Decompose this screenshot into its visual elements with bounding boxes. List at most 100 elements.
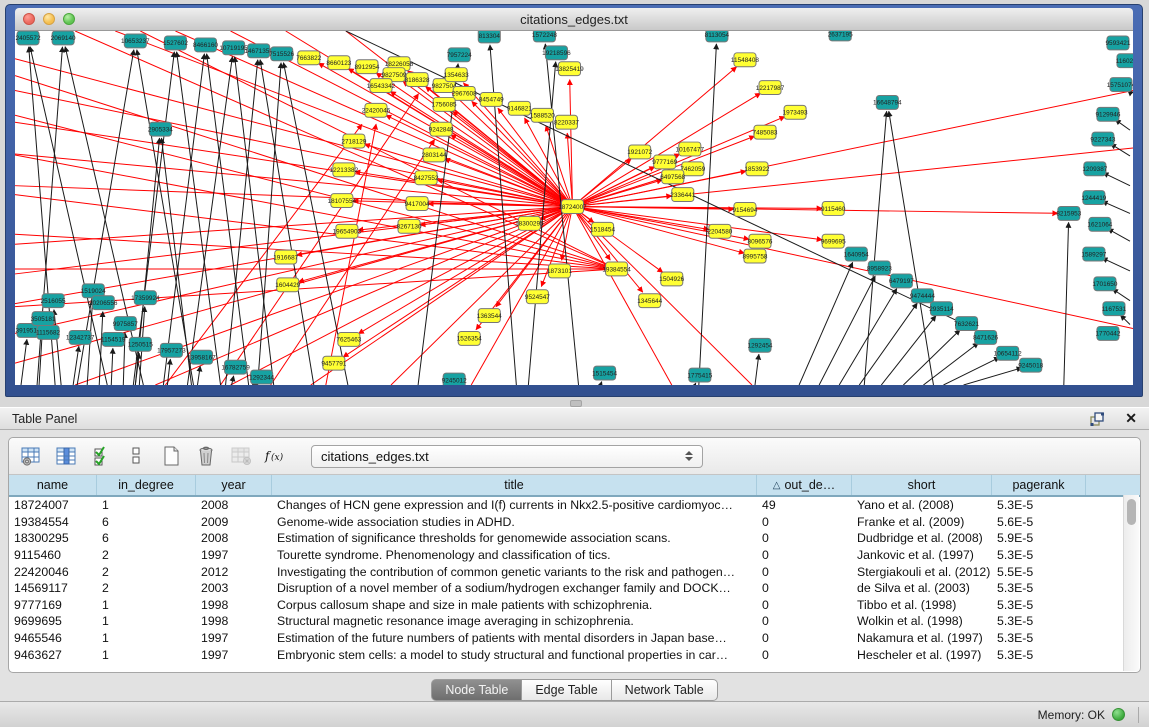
table-cell: 5.6E-5 — [992, 515, 1086, 529]
graph-edge-black — [889, 111, 934, 385]
graph-node-label: 1921072 — [627, 149, 652, 156]
table-row[interactable]: 2242004622012Investigating the contribut… — [9, 563, 1140, 580]
graph-edge-red — [572, 207, 1057, 214]
graph-node-label: 17957273 — [157, 348, 186, 355]
table-cell: Disruption of a novel member of a sodium… — [272, 581, 757, 595]
graph-node-label: 8912954 — [354, 64, 379, 71]
graph-edge-red — [451, 135, 573, 207]
graph-node-label: 22420046 — [362, 108, 391, 115]
table-row[interactable]: 1456911722003Disruption of a novel membe… — [9, 580, 1140, 597]
row-select-icon[interactable] — [124, 444, 148, 468]
table-type-tabs: Node TableEdge TableNetwork Table — [8, 679, 1141, 701]
minimize-window-button[interactable] — [43, 13, 55, 25]
table-row[interactable]: 1872400712008Changes of HCN gene express… — [9, 497, 1140, 514]
network-graph[interactable]: 1872400718300295193845547663822866012389… — [15, 31, 1133, 385]
graph-node-label: 8958923 — [867, 265, 892, 272]
table-cell: Structural magnetic resonance image aver… — [272, 614, 757, 628]
zoom-window-button[interactable] — [63, 13, 75, 25]
float-panel-icon[interactable] — [1085, 407, 1109, 431]
graph-node-label: 9457791 — [321, 360, 346, 367]
table-row[interactable]: 946554611997Estimation of the future num… — [9, 630, 1140, 647]
graph-node-label: 7625463 — [336, 337, 361, 344]
graph-node-label: 18226058 — [385, 61, 414, 68]
graph-edge-red — [15, 122, 572, 206]
table-scrollbar[interactable] — [1123, 495, 1139, 671]
table-cell: 9777169 — [9, 598, 97, 612]
network-graph-canvas[interactable]: 1872400718300295193845547663822866012389… — [15, 31, 1133, 385]
graph-node-label: 1518454 — [590, 227, 615, 234]
column-header-short[interactable]: short — [852, 475, 992, 495]
graph-node-label: 1292454 — [748, 343, 773, 350]
graph-node-label: 9245018 — [1018, 362, 1043, 369]
graph-node-label: 10653237 — [121, 38, 150, 45]
column-header-out_de[interactable]: △out_de… — [757, 475, 852, 495]
table-cell: 1997 — [196, 648, 272, 662]
graph-edge-red — [165, 124, 362, 385]
table-row[interactable]: 969969511998Structural magnetic resonanc… — [9, 613, 1140, 630]
table-cell: 1998 — [196, 614, 272, 628]
function-builder-icon[interactable]: f(x) — [264, 444, 288, 468]
table-row[interactable]: 1938455462009Genome-wide association stu… — [9, 514, 1140, 531]
graph-node-label: 18724007 — [558, 204, 587, 211]
panel-splitter[interactable] — [0, 397, 1149, 407]
graph-node-label: 15751074 — [1107, 82, 1133, 89]
table-cell: 9115460 — [9, 548, 97, 562]
table-row[interactable]: 1830029562008Estimation of significance … — [9, 530, 1140, 547]
graph-node-label: 1244419 — [1081, 195, 1106, 202]
graph-node-label: 1589297 — [1081, 251, 1106, 258]
splitter-handle-icon[interactable] — [570, 400, 582, 407]
graph-node-label: 19384554 — [602, 266, 631, 273]
graph-node-label: 2803144 — [422, 152, 447, 159]
table-settings-icon[interactable] — [19, 444, 43, 468]
table-cell: 1997 — [196, 631, 272, 645]
table-cell: 0 — [757, 648, 852, 662]
network-file-select[interactable]: citations_edges.txt — [311, 445, 703, 468]
close-panel-icon[interactable]: ✕ — [1125, 410, 1137, 427]
scrollbar-thumb[interactable] — [1127, 499, 1136, 525]
graph-edge-black — [819, 276, 875, 385]
tab-node-table[interactable]: Node Table — [431, 679, 522, 701]
column-header-title[interactable]: title — [272, 475, 757, 495]
tab-edge-table[interactable]: Edge Table — [522, 679, 611, 701]
graph-node-label: 1345644 — [637, 298, 662, 305]
table-cell: Tourette syndrome. Phenomenology and cla… — [272, 548, 757, 562]
table-row[interactable]: 946362711997Embryonic stem cells: a mode… — [9, 646, 1140, 663]
new-file-icon[interactable] — [159, 444, 183, 468]
column-header-name[interactable]: name — [9, 475, 97, 495]
graph-edge-red — [15, 59, 572, 207]
graph-edge-black — [1120, 315, 1130, 325]
table-row[interactable]: 977716911998Corpus callosum shape and si… — [9, 597, 1140, 614]
table-cell: 0 — [757, 548, 852, 562]
graph-node-label: 8995758 — [743, 253, 768, 260]
table-cell: Estimation of significance thresholds fo… — [272, 531, 757, 545]
table-cell: 14569117 — [9, 581, 97, 595]
table-cell: 0 — [757, 598, 852, 612]
close-window-button[interactable] — [23, 13, 35, 25]
network-file-select-value: citations_edges.txt — [321, 449, 429, 464]
network-window-titlebar[interactable]: citations_edges.txt — [15, 8, 1133, 31]
column-header-pagerank[interactable]: pagerank — [992, 475, 1086, 495]
graph-edge-black — [943, 357, 999, 385]
graph-node-label: 9129946 — [1095, 112, 1120, 119]
graph-node-label: 9593421 — [1105, 40, 1130, 47]
graph-edge-black — [99, 312, 103, 385]
graph-edge-black — [226, 60, 258, 385]
table-cell: de Silva et al. (2003) — [852, 581, 992, 595]
graph-node-label: 2935114 — [929, 306, 954, 313]
tab-network-table[interactable]: Network Table — [612, 679, 718, 701]
table-row[interactable]: 911546021997Tourette syndrome. Phenomeno… — [9, 547, 1140, 564]
column-header-year[interactable]: year — [196, 475, 272, 495]
graph-node-label: 8471626 — [973, 335, 998, 342]
graph-node-label: 7515526 — [269, 51, 294, 58]
graph-edge-red — [572, 180, 662, 207]
table-cell: 1 — [97, 631, 196, 645]
table-cell: 9699695 — [9, 614, 97, 628]
delete-icon[interactable] — [194, 444, 218, 468]
graph-node-label: 2405572 — [16, 35, 41, 42]
table-cell: 1 — [97, 498, 196, 512]
graph-node-label: 1916687 — [273, 254, 298, 261]
checkbox-select-icon[interactable] — [89, 444, 113, 468]
column-header-in_degree[interactable]: in_degree — [97, 475, 196, 495]
delete-table-icon[interactable] — [229, 444, 253, 468]
column-select-icon[interactable] — [54, 444, 78, 468]
